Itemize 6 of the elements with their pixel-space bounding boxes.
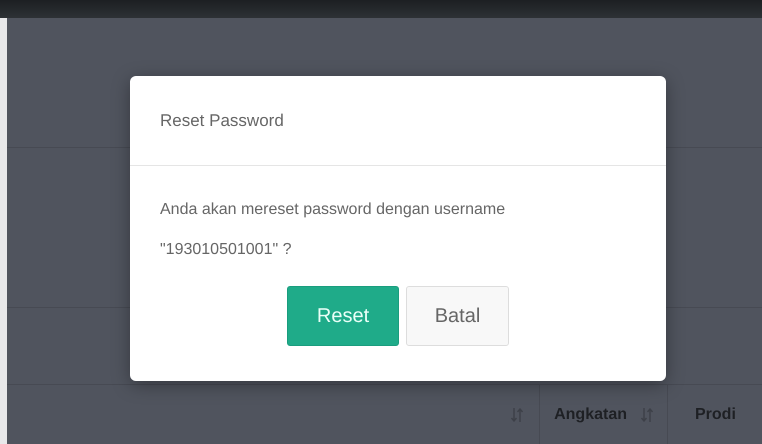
- column-header[interactable]: Angkatan: [554, 406, 627, 424]
- dialog-message: Anda akan mereset password dengan username "193010501001" ?: [160, 200, 506, 260]
- column-header[interactable]: Prodi: [695, 406, 736, 424]
- cancel-button[interactable]: Batal: [406, 286, 509, 346]
- dialog-title: Reset Password: [160, 110, 284, 130]
- reset-button[interactable]: Reset: [287, 286, 399, 346]
